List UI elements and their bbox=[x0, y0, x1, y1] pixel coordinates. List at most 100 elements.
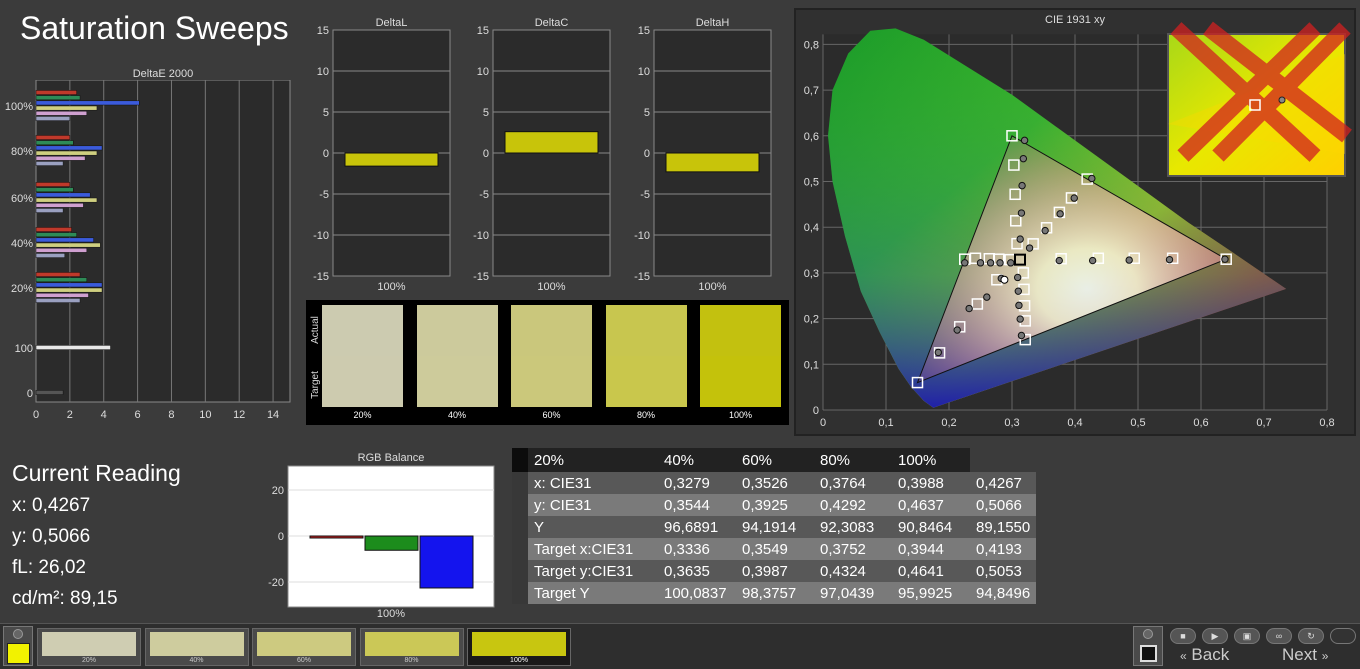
patch-actual bbox=[605, 305, 687, 356]
patch-selector-label: 80% bbox=[404, 657, 419, 664]
deltae-bar bbox=[35, 105, 98, 111]
measured-magenta-point bbox=[1014, 287, 1023, 295]
table-cell: 0,5053 bbox=[970, 560, 1037, 582]
measured-cyan-point bbox=[996, 259, 1004, 267]
table-cell: 0,3336 bbox=[658, 538, 736, 560]
table-cell: 0,4292 bbox=[814, 494, 892, 516]
current-color-button[interactable] bbox=[3, 626, 33, 666]
power-icon[interactable] bbox=[1330, 628, 1356, 644]
stop-button[interactable] bbox=[1133, 626, 1163, 666]
table-cell: 0,4324 bbox=[814, 560, 892, 582]
play-icon[interactable]: ▶ bbox=[1202, 628, 1228, 644]
deltae-bar bbox=[35, 390, 64, 395]
table-cell: 100,0837 bbox=[658, 582, 736, 604]
deltae-row-label: 0 bbox=[27, 388, 33, 400]
table-cell: 94,8496 bbox=[970, 582, 1037, 604]
measured-green-point bbox=[1020, 136, 1029, 145]
delta-y-tick: 0 bbox=[323, 148, 329, 160]
deltae-row-label: 40% bbox=[11, 238, 33, 250]
eject-icon bbox=[1143, 629, 1153, 639]
measured-yellow-point bbox=[1056, 210, 1064, 218]
reading-cd: cd/m²: 89,15 bbox=[12, 588, 118, 609]
reading-title: Current Reading bbox=[12, 460, 181, 486]
patch-selector-button[interactable]: 20% bbox=[37, 628, 141, 666]
measured-blue-point bbox=[965, 304, 973, 313]
reading-y: y: 0,5066 bbox=[12, 526, 91, 547]
patch-selector-button[interactable]: 40% bbox=[144, 628, 249, 666]
table-cell: 94,1914 bbox=[736, 516, 814, 538]
patch-label: 80% bbox=[636, 410, 655, 420]
cie-y-tick: 0 bbox=[813, 405, 819, 417]
table-cell: 96,6891 bbox=[658, 516, 736, 538]
deltae-bar bbox=[35, 197, 98, 203]
deltae-bar bbox=[35, 100, 140, 106]
patch-actual bbox=[322, 305, 403, 356]
table-row: Target y:CIE31 0,3635 0,3987 0,4324 0,4641 0,… bbox=[512, 560, 1037, 582]
delta-y-tick: -5 bbox=[479, 189, 489, 201]
patch-selector-button[interactable]: 60% bbox=[252, 628, 356, 666]
delta-y-tick: -5 bbox=[319, 189, 329, 201]
rgb-chart: 20 0 -20 100% bbox=[268, 465, 495, 620]
patch-selector-label: 60% bbox=[296, 657, 311, 664]
patch-selector-button[interactable]: 100% bbox=[467, 628, 571, 666]
measured-yellow-point bbox=[1088, 174, 1096, 183]
table-cell: 90,8464 bbox=[892, 516, 970, 538]
deltae-bar bbox=[35, 187, 74, 193]
cie-x-tick: 0,4 bbox=[1067, 417, 1082, 429]
patch-selector-button[interactable]: 80% bbox=[359, 628, 464, 666]
table-cell: 0,3544 bbox=[658, 494, 736, 516]
patch-selector-swatch bbox=[364, 632, 459, 656]
deltae-x-tick: 12 bbox=[233, 409, 245, 421]
white-measured-point bbox=[1000, 275, 1009, 284]
table-cell: 97,0439 bbox=[814, 582, 892, 604]
deltae-bar bbox=[35, 135, 71, 140]
deltae-bar bbox=[35, 90, 77, 95]
deltae-bar bbox=[35, 292, 89, 298]
measured-red-point bbox=[1221, 255, 1229, 263]
delta-y-tick: 15 bbox=[317, 25, 329, 37]
stop-control-icon[interactable]: ■ bbox=[1170, 628, 1196, 644]
table-cell: 0,3988 bbox=[892, 472, 970, 494]
patch-actual bbox=[700, 305, 781, 356]
delta-bar bbox=[665, 152, 760, 173]
table-row: Target Y 100,0837 98,3757 97,0439 95,9925 94,… bbox=[512, 582, 1037, 604]
table-cell: 0,4267 bbox=[970, 472, 1037, 494]
deltae-bar bbox=[35, 155, 86, 161]
table-cell: 89,1550 bbox=[970, 516, 1037, 538]
deltae-x-tick: 0 bbox=[33, 409, 39, 421]
delta-bar bbox=[344, 152, 439, 167]
deltae-bar bbox=[35, 227, 72, 232]
measured-red-point bbox=[1055, 256, 1063, 265]
deltae-bar bbox=[35, 161, 64, 166]
table-cell: 0,4637 bbox=[892, 494, 970, 516]
measured-cyan-point bbox=[986, 259, 995, 267]
deltae-x-tick: 8 bbox=[168, 409, 174, 421]
delta-x-label: 100% bbox=[698, 281, 726, 293]
measured-blue-point bbox=[934, 348, 942, 357]
rgb-y-tick: 0 bbox=[278, 531, 284, 543]
current-reading: Current Reading x: 0,4267 y: 0,5066 fL: … bbox=[12, 460, 181, 619]
table-row: x: CIE31 0,3279 0,3526 0,3764 0,3988 0,4267 bbox=[512, 472, 1037, 494]
patch-label: 20% bbox=[353, 410, 372, 420]
eject-icon bbox=[13, 629, 23, 639]
measured-yellow-point bbox=[1025, 244, 1034, 252]
table-cell: 95,9925 bbox=[892, 582, 970, 604]
deltae-bar bbox=[35, 208, 64, 213]
delta-y-tick: -15 bbox=[473, 271, 489, 283]
save-icon[interactable]: ▣ bbox=[1234, 628, 1260, 644]
cie-x-tick: 0,5 bbox=[1130, 417, 1145, 429]
delta-y-tick: -15 bbox=[634, 271, 650, 283]
deltae-x-tick: 14 bbox=[267, 409, 279, 421]
measured-yellow-point bbox=[1070, 194, 1078, 202]
next-button[interactable]: Next » bbox=[1282, 645, 1328, 665]
table-cell: 0,3925 bbox=[736, 494, 814, 516]
deltae-bar bbox=[35, 272, 81, 277]
refresh-icon[interactable]: ↻ bbox=[1298, 628, 1324, 644]
delta-title: DeltaH bbox=[696, 17, 730, 29]
loop-icon[interactable]: ∞ bbox=[1266, 628, 1292, 644]
back-button[interactable]: « Back bbox=[1180, 645, 1229, 665]
patch-selector-swatch bbox=[42, 632, 136, 656]
table-header-cell: 100% bbox=[892, 448, 970, 472]
row-label: Target Y bbox=[528, 582, 658, 604]
table-cell: 0,5066 bbox=[970, 494, 1037, 516]
